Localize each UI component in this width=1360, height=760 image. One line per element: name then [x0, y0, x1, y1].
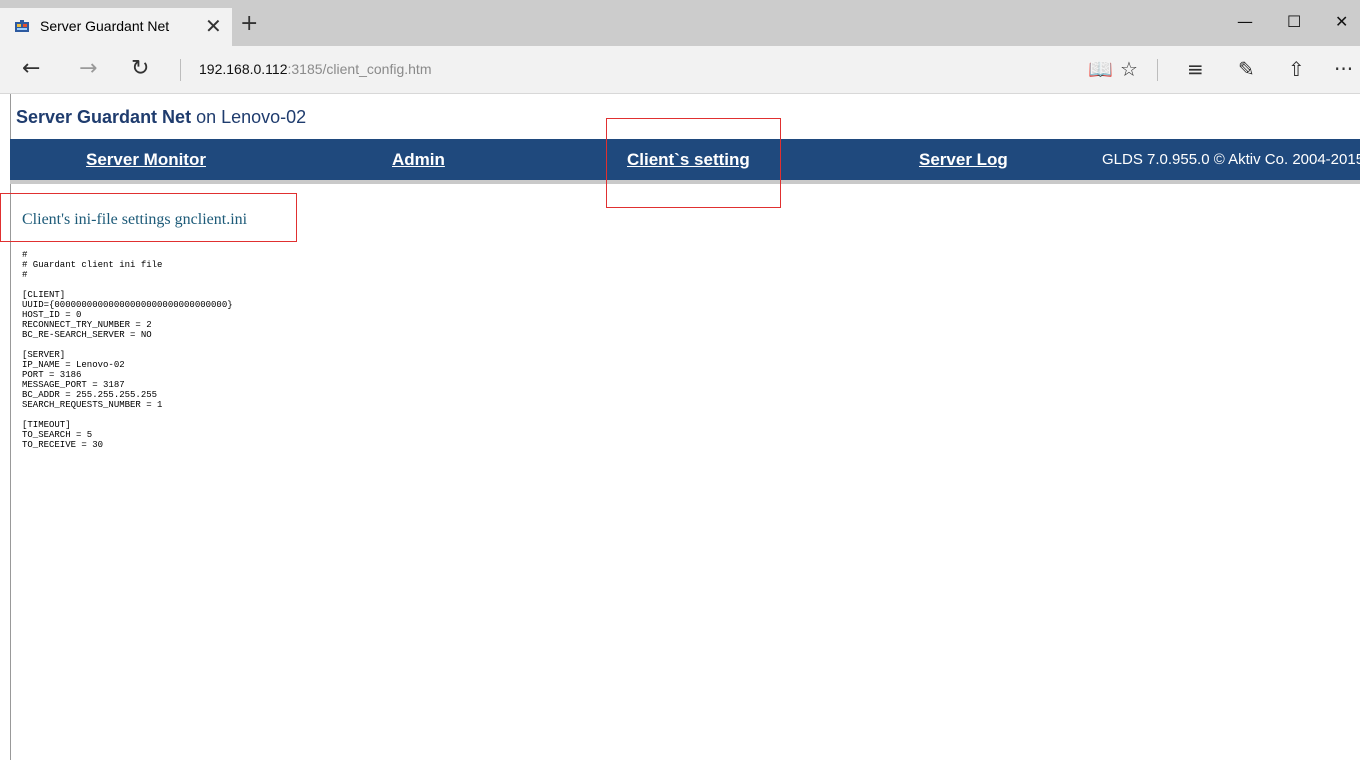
- menu-server-log[interactable]: Server Log: [919, 150, 1008, 170]
- browser-tab[interactable]: Server Guardant Net ✕: [0, 8, 232, 46]
- menu-admin[interactable]: Admin: [392, 150, 445, 170]
- forward-icon[interactable]: →: [79, 56, 97, 82]
- tab-strip: Server Guardant Net ✕ + — ☐ ✕: [0, 0, 1360, 46]
- web-note-icon[interactable]: ✎: [1238, 57, 1255, 81]
- window-close-icon[interactable]: ✕: [1335, 14, 1348, 30]
- url-separator: [180, 59, 181, 81]
- ini-file-content: # # Guardant client ini file # [CLIENT] …: [22, 250, 233, 450]
- version-copyright: GLDS 7.0.955.0 © Aktiv Co. 2004-2015: [1102, 151, 1360, 168]
- toolbar-separator: [1157, 59, 1158, 81]
- url-field[interactable]: 192.168.0.112:3185/client_config.htm: [199, 61, 431, 77]
- highlight-box-title: [0, 193, 297, 242]
- address-bar: ← → ↻ 192.168.0.112:3185/client_config.h…: [0, 46, 1360, 94]
- url-path: :3185/client_config.htm: [287, 61, 432, 77]
- app-header: Server Guardant Net on Lenovo-02: [16, 107, 306, 128]
- new-tab-icon[interactable]: +: [240, 13, 258, 35]
- app-host: on Lenovo-02: [191, 107, 307, 127]
- minimize-icon[interactable]: —: [1237, 14, 1253, 30]
- highlight-box-menu: [606, 118, 781, 208]
- reading-view-icon[interactable]: 📖: [1088, 57, 1113, 81]
- hub-icon[interactable]: ≡: [1187, 57, 1204, 81]
- tab-close-icon[interactable]: ✕: [205, 14, 222, 38]
- favorite-star-icon[interactable]: ☆: [1120, 57, 1138, 81]
- maximize-icon[interactable]: ☐: [1287, 14, 1301, 30]
- more-icon[interactable]: ···: [1334, 57, 1353, 81]
- tab-title: Server Guardant Net: [40, 18, 170, 34]
- refresh-icon[interactable]: ↻: [131, 56, 149, 82]
- menu-server-monitor[interactable]: Server Monitor: [86, 150, 206, 170]
- back-icon[interactable]: ←: [22, 56, 40, 82]
- app-brand: Server Guardant Net: [16, 107, 192, 127]
- app-favicon-icon: [15, 20, 29, 32]
- url-host: 192.168.0.112: [199, 61, 288, 77]
- page-content: Server Guardant Net on Lenovo-02 Server …: [0, 94, 1360, 760]
- share-icon[interactable]: ⇧: [1288, 57, 1305, 81]
